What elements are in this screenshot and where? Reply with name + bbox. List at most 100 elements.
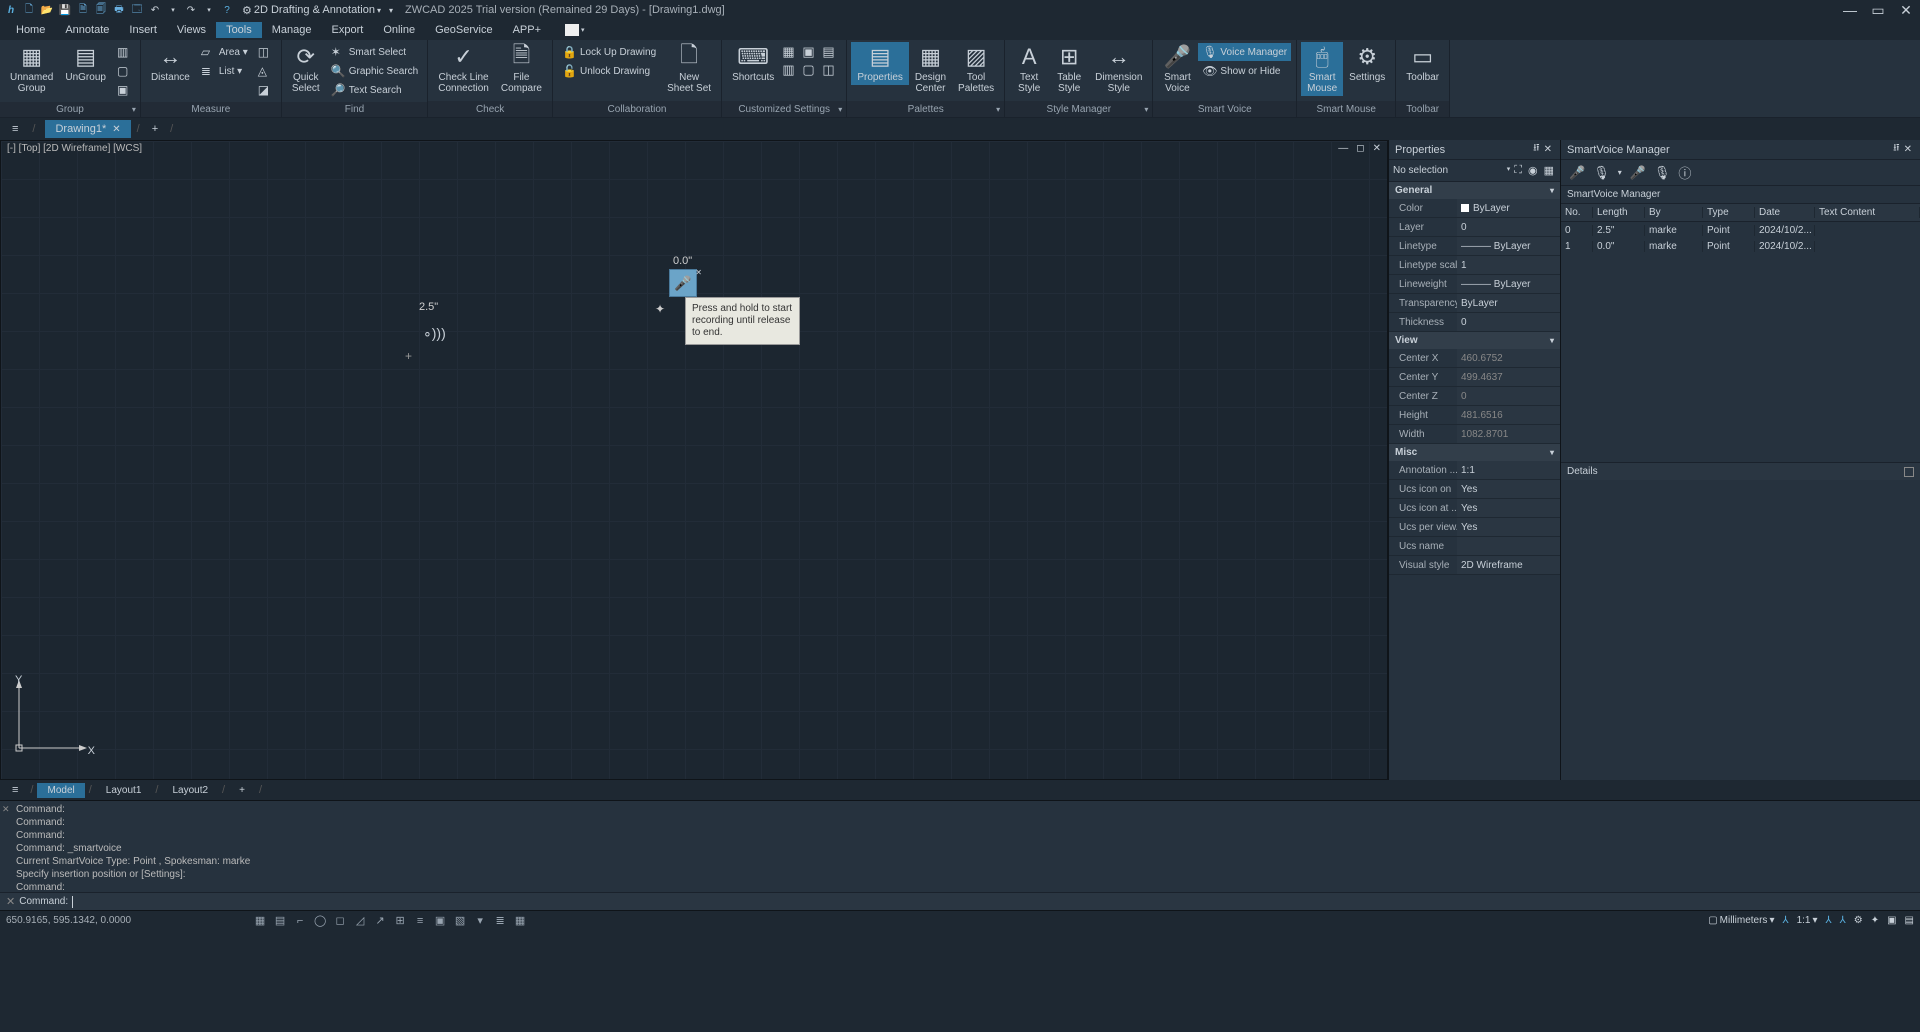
voice-mic2-icon[interactable]: 🎙 [1593,165,1610,181]
smartvoice-pin-icon[interactable]: ⭿ [1891,141,1901,158]
toggle-ann[interactable]: ▾ [471,913,489,929]
maximize-button[interactable]: ▭ [1868,2,1888,19]
layout-tab-add[interactable]: + [229,783,255,798]
plot-icon[interactable]: 🖶 [112,3,126,17]
drawing-canvas[interactable]: [-] [Top] [2D Wireframe] [WCS] — ◻ ✕ 2.5… [0,140,1388,780]
toggle-iso[interactable]: ▦ [511,913,529,929]
voice-table-row[interactable]: 02.5"markePoint2024/10/2... [1561,222,1920,238]
toggle-tm[interactable]: ▣ [431,913,449,929]
pickadd-icon[interactable]: ▦ [1542,164,1556,177]
props-row[interactable]: Visual style2D Wireframe [1389,556,1560,575]
menu-annotate[interactable]: Annotate [55,22,119,38]
selectobj-icon[interactable]: ◉ [1526,164,1540,177]
close-tab-icon[interactable]: ✕ [112,124,120,135]
mic-record-badge[interactable]: 🎤✕ [669,269,697,297]
menu-views[interactable]: Views [167,22,216,38]
new-tab-button[interactable]: + [146,123,164,135]
voice-mic1-icon[interactable]: 🎤 [1569,165,1585,181]
ribbon-table-style[interactable]: ⊞TableStyle [1049,42,1089,96]
ribbon-settings[interactable]: ⚙Settings [1343,42,1391,85]
selection-dropdown[interactable]: No selection ▾ [1393,165,1510,176]
ribbon-file-compare[interactable]: 🗎FileCompare [495,42,548,96]
props-row[interactable]: Center X460.6752 [1389,349,1560,368]
props-row[interactable]: Height481.6516 [1389,406,1560,425]
ribbon-quick-select[interactable]: ⟳QuickSelect [286,42,326,96]
saveas-icon[interactable]: 🗎 [76,3,90,17]
voice-ext-icon[interactable]: ▾ [1618,168,1622,177]
units-selector[interactable]: ▢ Millimeters ▾ [1708,915,1774,926]
menu-export[interactable]: Export [322,22,374,38]
ribbon-list-▾[interactable]: ≣List ▾ [197,62,252,80]
customize-icon[interactable]: ▤ [1905,915,1914,926]
props-row[interactable]: Ucs icon at ...Yes [1389,499,1560,518]
props-section-misc[interactable]: Misc▾ [1389,444,1560,461]
props-row[interactable]: Ucs name [1389,537,1560,556]
undo-icon[interactable]: ↶ [148,3,162,17]
properties-close-icon[interactable]: ✕ [1542,144,1554,155]
toggle-ortho[interactable]: ⌐ [291,913,309,929]
ribbon-▢[interactable]: ▢ [113,62,135,80]
cmd-input-close-icon[interactable]: ✕ [6,895,15,908]
ribbon-lock-up-drawing[interactable]: 🔒Lock Up Drawing [558,43,660,61]
ribbon-graphic-search[interactable]: 🔍Graphic Search [327,62,422,80]
save-icon[interactable]: 💾 [58,3,72,17]
ribbon-dimension-style[interactable]: ↔DimensionStyle [1089,42,1148,96]
layout-tab-layout2[interactable]: Layout2 [162,783,218,798]
toggle-cycle[interactable]: ≡ [411,913,429,929]
ribbon-voice-manager[interactable]: 🎙Voice Manager [1198,43,1291,61]
menu-manage[interactable]: Manage [262,22,322,38]
new-icon[interactable]: 🗋 [22,3,36,17]
ribbon-tool-palettes[interactable]: ▨ToolPalettes [952,42,1000,96]
toggle-snap[interactable]: ▤ [271,913,289,929]
props-row[interactable]: Width1082.8701 [1389,425,1560,444]
voice-del-icon[interactable]: 🎤 [1630,165,1646,181]
toggle-hatch[interactable]: ≣ [491,913,509,929]
details-header[interactable]: Details [1561,462,1920,480]
ws-switch-icon[interactable]: ⚙ [1854,915,1863,926]
doc-tab-drawing1[interactable]: Drawing1* ✕ [45,120,130,138]
props-row[interactable]: ColorByLayer [1389,199,1560,218]
props-row[interactable]: Lineweight——— ByLayer [1389,275,1560,294]
voice-table-row[interactable]: 10.0"markePoint2024/10/2... [1561,238,1920,254]
viewport-close-icon[interactable]: ✕ [1371,143,1383,154]
ribbon-text-search[interactable]: 🔎Text Search [327,81,422,99]
annovis-icon[interactable]: ⅄ [1826,915,1832,926]
layout-tab-layout1[interactable]: Layout1 [96,783,152,798]
props-row[interactable]: Linetype scale1 [1389,256,1560,275]
ribbon-shortcuts[interactable]: ⌨Shortcuts [726,42,780,85]
undo-dd-icon[interactable]: ▾ [166,3,180,17]
properties-pin-icon[interactable]: ⭿ [1531,141,1541,158]
props-row[interactable]: Center Z0 [1389,387,1560,406]
ribbon-design-center[interactable]: ▦DesignCenter [909,42,952,96]
props-row[interactable]: Thickness0 [1389,313,1560,332]
saveall-icon[interactable]: 🗐 [94,3,108,17]
details-expand-icon[interactable] [1904,467,1914,477]
redo-icon[interactable]: ↷ [184,3,198,17]
ribbon-area-▾[interactable]: ▱Area ▾ [197,43,252,61]
ribbon-ungroup[interactable]: ▤UnGroup [59,42,112,85]
ribbon-properties[interactable]: ▤Properties [851,42,909,85]
ribbon-unlock-drawing[interactable]: 🔓Unlock Drawing [558,62,660,80]
props-row[interactable]: Ucs per view...Yes [1389,518,1560,537]
ribbon-distance[interactable]: ↔Distance [145,42,196,85]
layout-menu-icon[interactable]: ≡ [4,784,26,796]
command-input[interactable] [73,896,1914,907]
minimize-button[interactable]: — [1840,2,1860,19]
annoscale-icon[interactable]: ⅄ [1782,915,1788,926]
toggle-qp[interactable]: ▧ [451,913,469,929]
props-row[interactable]: Annotation ...1:1 [1389,461,1560,480]
props-row[interactable]: Ucs icon onYes [1389,480,1560,499]
workspace-min-icon[interactable]: ▾ [389,6,393,15]
props-row[interactable]: Layer0 [1389,218,1560,237]
command-input-row[interactable]: ✕ Command: [0,892,1920,910]
layout-tab-model[interactable]: Model [37,783,84,798]
ribbon-unnamed-group[interactable]: ▦UnnamedGroup [4,42,59,96]
menu-geoservice[interactable]: GeoService [425,22,502,38]
tab-menu-icon[interactable]: ≡ [4,123,26,135]
menu-home[interactable]: Home [6,22,55,38]
toggle-osnap[interactable]: ◻ [331,913,349,929]
ribbon-show-or-hide[interactable]: 👁Show or Hide [1198,62,1291,80]
ribbon-smart-mouse[interactable]: 🖱SmartMouse [1301,42,1343,96]
ribbon-smart-select[interactable]: ✶Smart Select [327,43,422,61]
toggle-polar[interactable]: ◯ [311,913,329,929]
